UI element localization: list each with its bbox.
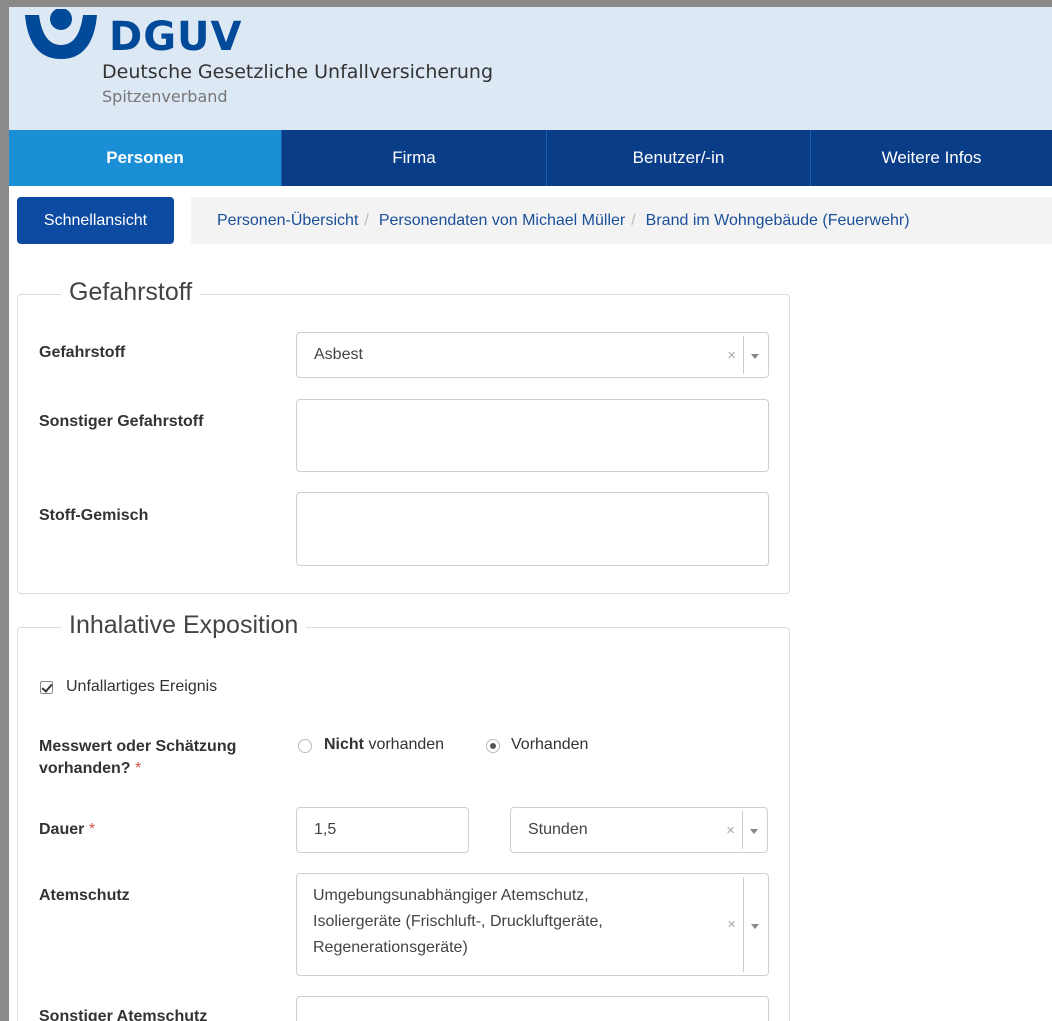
dauer-value: 1,5 bbox=[314, 821, 337, 838]
page-header: DGUV Deutsche Gesetzliche Unfallversiche… bbox=[9, 7, 1052, 130]
gefahrstoff-label: Gefahrstoff bbox=[39, 344, 126, 361]
chevron-down-icon[interactable] bbox=[751, 354, 759, 359]
chevron-down-icon[interactable] bbox=[750, 829, 758, 834]
select-divider bbox=[743, 877, 744, 972]
nav-item-benutzer[interactable]: Benutzer/-in bbox=[547, 130, 811, 186]
sonstiger-atemschutz-input[interactable] bbox=[296, 996, 769, 1021]
nav-item-personen[interactable]: Personen bbox=[9, 130, 282, 186]
stoff-gemisch-label: Stoff-Gemisch bbox=[39, 507, 149, 524]
unfallartig-label: Unfallartiges Ereignis bbox=[66, 678, 218, 695]
dauer-unit-value: Stunden bbox=[528, 821, 588, 838]
exposition-legend: Inhalative Exposition bbox=[61, 611, 307, 640]
radio-vorhanden-label: Vorhanden bbox=[511, 736, 589, 753]
stoff-gemisch-input[interactable] bbox=[296, 492, 769, 566]
radio-vorhanden[interactable] bbox=[486, 739, 500, 753]
dguv-logo-icon bbox=[25, 9, 97, 59]
dauer-label: Dauer * bbox=[39, 821, 96, 838]
breadcrumb-item-person[interactable]: Personendaten von Michael Müller bbox=[379, 212, 625, 230]
breadcrumb-separator: / bbox=[364, 211, 369, 229]
dauer-unit-select[interactable]: Stunden × bbox=[510, 807, 768, 853]
breadcrumb: Personen-Übersicht / Personendaten von Mi… bbox=[191, 197, 1052, 244]
breadcrumb-separator: / bbox=[631, 211, 636, 229]
clear-icon[interactable]: × bbox=[726, 808, 735, 852]
chevron-down-icon[interactable] bbox=[751, 923, 759, 929]
sub-bar: Schnellansicht Personen-Übersicht / Perso… bbox=[9, 186, 1052, 256]
brand-name: DGUV bbox=[109, 14, 243, 60]
select-divider bbox=[742, 811, 743, 849]
breadcrumb-item-current: Brand im Wohngebäude (Feuerwehr) bbox=[645, 211, 910, 229]
breadcrumb-item-overview[interactable]: Personen-Übersicht bbox=[217, 212, 358, 230]
messwert-label: Messwert oder Schätzung vorhanden? * bbox=[39, 738, 237, 777]
gefahrstoff-value: Asbest bbox=[314, 346, 363, 363]
brand-subtitle: Deutsche Gesetzliche Unfallversicherung bbox=[102, 61, 494, 83]
clear-icon[interactable]: × bbox=[727, 874, 736, 975]
gefahrstoff-legend: Gefahrstoff bbox=[61, 278, 201, 307]
nav-item-weitere-infos[interactable]: Weitere Infos bbox=[811, 130, 1052, 186]
radio-nicht-vorhanden[interactable] bbox=[298, 739, 312, 753]
brand-subtitle-2: Spitzenverband bbox=[102, 87, 228, 106]
sonstiger-gefahrstoff-label: Sonstiger Gefahrstoff bbox=[39, 413, 204, 430]
gefahrstoff-select[interactable]: Asbest × bbox=[296, 332, 769, 378]
unfallartig-checkbox[interactable] bbox=[40, 681, 53, 694]
quick-view-button[interactable]: Schnellansicht bbox=[17, 197, 174, 244]
select-divider bbox=[743, 336, 744, 374]
sonstiger-gefahrstoff-input[interactable] bbox=[296, 399, 769, 472]
radio-nicht-vorhanden-label: Nicht vorhanden bbox=[324, 736, 445, 753]
main-nav: Personen Firma Benutzer/-in Weitere Info… bbox=[9, 130, 1052, 186]
clear-icon[interactable]: × bbox=[727, 333, 736, 377]
sonstiger-atemschutz-label: Sonstiger Atemschutz bbox=[39, 1008, 208, 1021]
dauer-input[interactable]: 1,5 bbox=[296, 807, 469, 853]
atemschutz-value: Umgebungsunabhängiger Atemschutz, Isolie… bbox=[313, 887, 603, 956]
atemschutz-label: Atemschutz bbox=[39, 887, 130, 904]
nav-item-firma[interactable]: Firma bbox=[282, 130, 547, 186]
